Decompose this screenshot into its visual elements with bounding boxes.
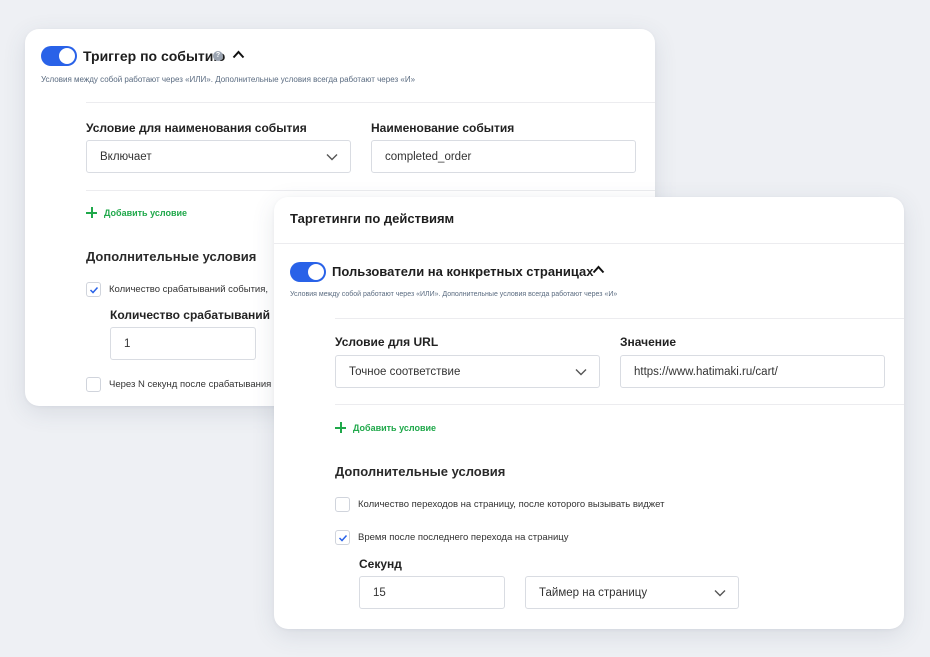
check-icon <box>338 534 348 542</box>
toggle-knob <box>59 48 75 64</box>
event-name-value: completed_order <box>385 150 472 163</box>
extra-conditions-title: Дополнительные условия <box>335 464 506 479</box>
pages-hint: Условия между собой работают через «ИЛИ»… <box>290 291 618 298</box>
condition-select[interactable]: Включает <box>86 140 351 173</box>
value-label: Значение <box>620 335 677 349</box>
add-condition-link[interactable]: Добавить условие <box>104 208 187 218</box>
toggle-knob <box>308 264 324 280</box>
seconds-value: 15 <box>373 586 386 599</box>
divider <box>86 102 655 103</box>
trigger-hint: Условия между собой работают через «ИЛИ»… <box>41 75 416 84</box>
condition-label: Условие для наименования события <box>86 121 307 135</box>
divider <box>335 404 904 405</box>
chevron-up-icon[interactable] <box>592 265 605 274</box>
help-icon[interactable]: ? <box>213 51 223 61</box>
timer-select-value: Таймер на страницу <box>539 586 648 599</box>
extra-conditions-title: Дополнительные условия <box>86 249 257 264</box>
seconds-label: Секунд <box>359 557 402 571</box>
page-visits-checkbox-label: Количество переходов на страницу, после … <box>358 499 665 510</box>
delay-checkbox-label: Через N секунд после срабатывания <box>109 379 272 390</box>
value-input[interactable]: https://www.hatimaki.ru/cart/ <box>620 355 885 388</box>
trigger-toggle[interactable] <box>41 46 77 66</box>
timer-select[interactable]: Таймер на страницу <box>525 576 739 609</box>
event-name-label: Наименование события <box>371 121 515 135</box>
divider <box>335 318 904 319</box>
url-condition-select[interactable]: Точное соответствие <box>335 355 600 388</box>
value-input-value: https://www.hatimaki.ru/cart/ <box>634 365 778 378</box>
count-value: 1 <box>124 337 131 350</box>
action-targeting-card: Таргетинги по действиям Пользователи на … <box>274 197 904 629</box>
chevron-down-icon <box>326 153 338 160</box>
pages-toggle[interactable] <box>290 262 326 282</box>
trigger-title: Триггер по событию <box>83 48 226 64</box>
chevron-down-icon <box>575 368 587 375</box>
count-label: Количество срабатываний <box>110 308 271 322</box>
chevron-down-icon <box>714 589 726 596</box>
delay-checkbox[interactable] <box>86 377 101 392</box>
event-name-input[interactable]: completed_order <box>371 140 636 173</box>
count-input[interactable]: 1 <box>110 327 256 360</box>
time-after-visit-checkbox[interactable] <box>335 530 350 545</box>
page-visits-checkbox[interactable] <box>335 497 350 512</box>
url-condition-label: Условие для URL <box>335 335 439 349</box>
chevron-up-icon[interactable] <box>232 50 245 59</box>
check-icon <box>89 286 99 294</box>
url-condition-value: Точное соответствие <box>349 365 461 378</box>
pages-title: Пользователи на конкретных страницах <box>332 264 594 279</box>
header-divider <box>274 243 904 244</box>
count-checkbox-label: Количество срабатываний события, <box>109 284 269 295</box>
count-checkbox[interactable] <box>86 282 101 297</box>
divider <box>86 190 655 191</box>
time-after-visit-checkbox-label: Время после последнего перехода на стран… <box>358 532 569 543</box>
seconds-input[interactable]: 15 <box>359 576 505 609</box>
plus-icon <box>86 207 97 218</box>
plus-icon <box>335 422 346 433</box>
card-header: Таргетинги по действиям <box>290 211 455 226</box>
add-condition-link[interactable]: Добавить условие <box>353 423 436 433</box>
condition-select-value: Включает <box>100 150 152 163</box>
